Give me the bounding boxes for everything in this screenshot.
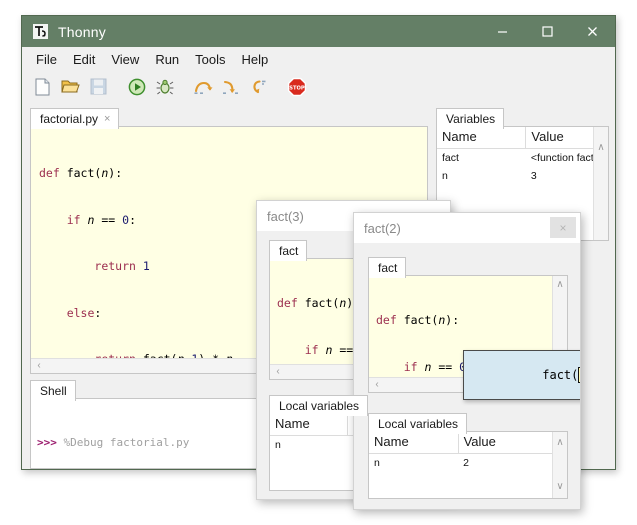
tab-label: fact <box>378 261 397 275</box>
window-controls <box>480 16 615 47</box>
table-row[interactable]: fact <function fact a <box>437 149 608 168</box>
minimize-button[interactable] <box>480 16 525 47</box>
menu-run[interactable]: Run <box>147 49 187 70</box>
new-file-icon[interactable] <box>30 74 55 99</box>
column-name[interactable]: Name <box>270 414 348 436</box>
shell-command: %Debug factorial.py <box>64 436 190 449</box>
thonny-logo-icon <box>32 23 49 40</box>
close-button[interactable] <box>570 16 615 47</box>
scroll-left-icon[interactable]: ‹ <box>32 361 46 371</box>
menubar: File Edit View Run Tools Help <box>22 47 615 71</box>
tab-label: Local variables <box>378 417 458 431</box>
scroll-up-icon[interactable]: ∧ <box>553 280 567 290</box>
local-value: 2 <box>458 454 567 473</box>
tab-local-variables[interactable]: Local variables <box>269 395 368 416</box>
dialog-title: fact(3) <box>267 209 304 224</box>
scroll-left-icon[interactable]: ‹ <box>370 380 384 390</box>
dialog-fact2-titlebar[interactable]: fact(2) × <box>354 213 580 243</box>
tooltip-before: fact( <box>542 368 578 382</box>
fact2-locals-panel: Local variables Name Value n 2 <box>368 431 568 499</box>
variables-tabstrip: Variables <box>436 106 504 128</box>
menu-edit[interactable]: Edit <box>65 49 103 70</box>
column-value[interactable]: Value <box>458 432 567 454</box>
maximize-button[interactable] <box>525 16 570 47</box>
editor-tabstrip: factorial.py × <box>30 106 119 128</box>
tab-shell[interactable]: Shell <box>30 380 76 401</box>
step-over-icon[interactable] <box>190 74 215 99</box>
fact2-locals-vscrollbar[interactable]: ∧ ∨ <box>552 432 567 498</box>
debug-icon[interactable] <box>152 74 177 99</box>
stop-icon[interactable]: STOP <box>284 74 309 99</box>
var-name: fact <box>437 149 526 168</box>
table-header-row: Name Value <box>369 432 567 454</box>
tab-local-variables[interactable]: Local variables <box>368 413 467 434</box>
column-name[interactable]: Name <box>369 432 458 454</box>
tab-variables[interactable]: Variables <box>436 108 504 129</box>
screen: Thonny File Edit View Run Tools Help <box>0 0 637 525</box>
window-title: Thonny <box>58 24 106 40</box>
tab-label: Local variables <box>279 399 359 413</box>
close-icon[interactable]: × <box>550 217 576 238</box>
toolbar: STOP <box>22 71 615 102</box>
scroll-left-icon[interactable]: ‹ <box>271 367 285 377</box>
code-line: def fact(n): <box>376 313 553 329</box>
dialog-fact2: fact(2) × fact def fact(n): if n == 0: r… <box>353 212 581 510</box>
fact3-tabstrip: fact <box>269 238 307 260</box>
tab-label: factorial.py <box>40 112 98 126</box>
shell-tabstrip: Shell <box>30 378 76 400</box>
scroll-down-icon[interactable]: ∨ <box>553 482 567 492</box>
local-name: n <box>369 454 458 473</box>
tooltip-selected-expression[interactable]: 2-1 <box>578 367 581 383</box>
menu-view[interactable]: View <box>103 49 147 70</box>
open-file-icon[interactable] <box>58 74 83 99</box>
step-into-icon[interactable] <box>218 74 243 99</box>
fact2-tabstrip: fact <box>368 255 406 277</box>
fact2-locals-table: Name Value n 2 <box>369 432 567 472</box>
run-icon[interactable] <box>124 74 149 99</box>
tab-label: fact <box>279 244 298 258</box>
tab-label: Shell <box>40 384 67 398</box>
fact2-locals-frame: Name Value n 2 ∧ ∨ <box>368 431 568 499</box>
tab-factorial-py[interactable]: factorial.py × <box>30 108 119 129</box>
scroll-up-icon[interactable]: ∧ <box>594 143 608 153</box>
window-titlebar: Thonny <box>22 16 615 47</box>
save-file-icon[interactable] <box>86 74 111 99</box>
code-line: def fact(n): <box>39 166 427 182</box>
fact2-locals-tabstrip: Local variables <box>368 411 467 433</box>
menu-help[interactable]: Help <box>234 49 277 70</box>
svg-text:STOP: STOP <box>289 85 305 91</box>
column-name[interactable]: Name <box>437 127 526 149</box>
close-icon[interactable]: × <box>104 112 110 126</box>
fact2-code-frame: def fact(n): if n == 0: return 1 else: r… <box>368 275 568 393</box>
variables-vscrollbar[interactable]: ∧ <box>593 127 608 240</box>
dialog-title: fact(2) <box>364 221 401 236</box>
tab-label: Variables <box>446 112 495 126</box>
local-name: n <box>270 436 348 455</box>
expression-tooltip[interactable]: fact(2-1) * n <box>463 350 581 400</box>
table-header-row: Name Value <box>437 127 608 149</box>
scroll-up-icon[interactable]: ∧ <box>553 438 567 448</box>
menu-file[interactable]: File <box>28 49 65 70</box>
menu-tools[interactable]: Tools <box>187 49 233 70</box>
fact2-code-panel: fact def fact(n): if n == 0: return 1 el… <box>368 275 568 393</box>
fact3-locals-tabstrip: Local variables <box>269 393 368 415</box>
shell-prompt: >>> <box>37 436 57 449</box>
tab-fact[interactable]: fact <box>368 257 406 278</box>
table-row[interactable]: n 3 <box>437 167 608 185</box>
var-name: n <box>437 167 526 185</box>
table-row[interactable]: n 2 <box>369 454 567 473</box>
variables-table: Name Value fact <function fact a n <box>437 127 608 185</box>
tab-fact[interactable]: fact <box>269 240 307 261</box>
step-out-icon[interactable] <box>246 74 271 99</box>
